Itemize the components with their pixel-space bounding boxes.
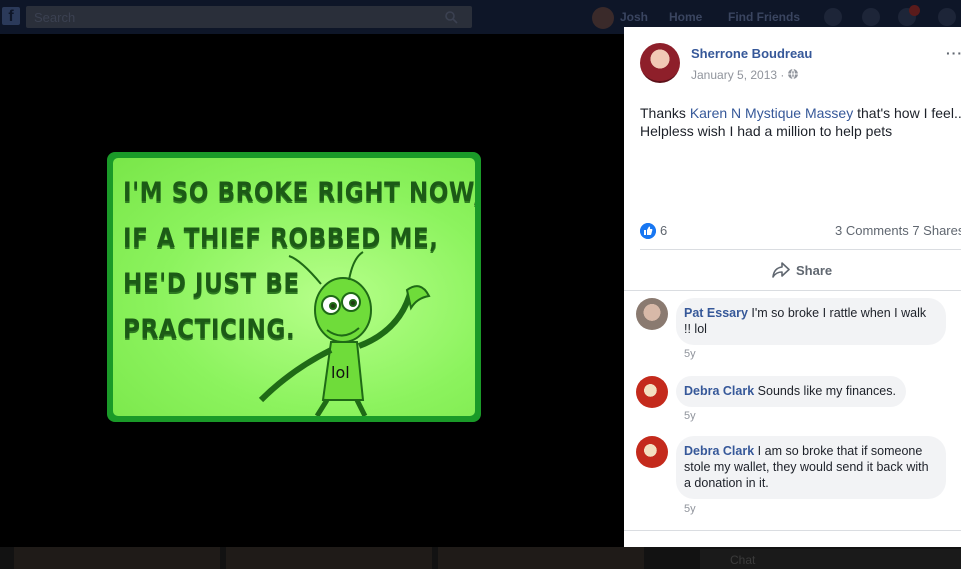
share-button[interactable]: Share — [772, 260, 832, 280]
filmstrip-thumbnail[interactable] — [438, 547, 644, 569]
post-text-start: Thanks — [640, 105, 690, 121]
svg-text:lol: lol — [331, 363, 350, 382]
search-icon[interactable] — [444, 10, 458, 24]
commenter-name[interactable]: Debra Clark — [684, 384, 754, 398]
post-date[interactable]: January 5, 2013 · — [691, 68, 784, 82]
photo-sign: I'M SO BROKE RIGHT NOW, IF A THIEF ROBBE… — [107, 152, 481, 422]
comment-time[interactable]: 5y — [684, 503, 696, 515]
sign-panel: I'M SO BROKE RIGHT NOW, IF A THIEF ROBBE… — [113, 158, 475, 416]
author-avatar[interactable] — [640, 43, 680, 83]
facebook-logo-icon[interactable]: f — [2, 7, 20, 25]
comments-shares-count: 3 Comments 7 Shares — [835, 223, 961, 238]
comments-list: Pat Essary I'm so broke I rattle when I … — [624, 292, 961, 532]
like-count[interactable]: 6 — [660, 223, 667, 238]
commenter-avatar[interactable] — [636, 376, 668, 408]
more-options-icon[interactable]: ··· — [946, 45, 961, 61]
divider — [624, 290, 961, 291]
commenter-avatar[interactable] — [636, 298, 668, 330]
messenger-icon[interactable] — [862, 8, 880, 26]
comment-time[interactable]: 5y — [684, 410, 696, 422]
author-name[interactable]: Sherrone Boudreau — [691, 46, 812, 61]
search-input[interactable]: Search — [26, 6, 472, 28]
share-label: Share — [796, 262, 833, 278]
comment-text: Sounds like my finances. — [757, 384, 896, 398]
account-menu-icon[interactable] — [938, 8, 956, 26]
nav-find-friends-link[interactable]: Find Friends — [728, 10, 800, 24]
comment-bubble: Debra Clark Sounds like my finances. — [676, 376, 906, 407]
chat-label: Chat — [730, 553, 756, 567]
mention-link[interactable]: Karen N Mystique Massey — [690, 105, 853, 121]
comment-bubble: Pat Essary I'm so broke I rattle when I … — [676, 298, 946, 345]
sign-line: I'M SO BROKE RIGHT NOW, — [123, 177, 475, 208]
post-text: Thanks Karen N Mystique Massey that's ho… — [640, 104, 961, 140]
search-placeholder: Search — [34, 10, 76, 25]
commenter-avatar[interactable] — [636, 436, 668, 468]
photo-viewer[interactable]: I'M SO BROKE RIGHT NOW, IF A THIEF ROBBE… — [0, 34, 624, 547]
comment-time[interactable]: 5y — [684, 348, 696, 360]
filmstrip-thumbnail[interactable] — [226, 547, 432, 569]
filmstrip-thumbnail[interactable] — [14, 547, 220, 569]
divider — [624, 530, 961, 531]
profile-avatar[interactable] — [592, 7, 614, 29]
globe-icon — [788, 68, 798, 80]
nav-profile-link[interactable]: Josh — [620, 10, 648, 24]
friend-requests-icon[interactable] — [824, 8, 842, 26]
comments-count[interactable]: 3 Comments — [835, 223, 909, 238]
post-details-panel: Sherrone Boudreau January 5, 2013 · ··· … — [624, 27, 961, 547]
share-arrow-icon — [772, 262, 790, 278]
divider — [640, 249, 961, 250]
notification-badge — [909, 5, 920, 16]
nav-home-link[interactable]: Home — [669, 10, 702, 24]
cricket-cartoon-illustration: lol — [258, 251, 431, 416]
shares-count[interactable]: 7 Shares — [912, 223, 961, 238]
chat-bar[interactable]: Chat — [700, 549, 961, 569]
commenter-name[interactable]: Pat Essary — [684, 306, 748, 320]
like-reaction-icon[interactable] — [640, 223, 656, 239]
commenter-name[interactable]: Debra Clark — [684, 444, 754, 458]
comment-bubble: Debra Clark I am so broke that if someon… — [676, 436, 946, 499]
